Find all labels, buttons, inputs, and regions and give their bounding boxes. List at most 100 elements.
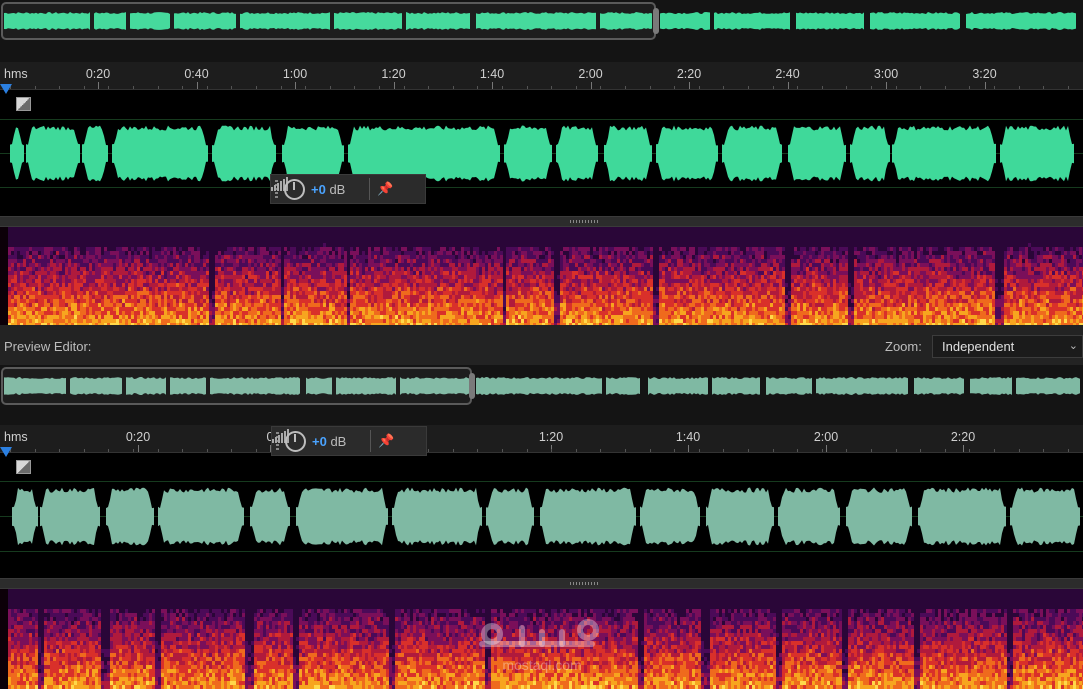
volume-knob-icon[interactable] — [285, 430, 306, 452]
waveform-segment — [26, 125, 80, 182]
pin-icon[interactable]: 📌 — [377, 432, 395, 450]
ruler-minor-tick — [35, 449, 36, 452]
divider-grip[interactable] — [570, 582, 600, 585]
ruler-minor-tick — [846, 86, 847, 89]
ruler-unit-label: hms — [4, 430, 28, 444]
ruler-tick — [984, 82, 986, 89]
ruler-tick — [963, 445, 964, 452]
ruler-minor-tick — [797, 86, 798, 89]
ruler-minor-tick — [207, 86, 208, 89]
volume-unit: dB — [329, 181, 346, 197]
ruler-minor-tick — [428, 449, 429, 452]
range-resize-handle[interactable] — [469, 373, 475, 399]
channel-toggle-icon[interactable] — [16, 97, 31, 111]
ruler-minor-tick — [846, 449, 847, 452]
ruler-minor-tick — [600, 449, 601, 452]
ruler-minor-tick — [453, 86, 454, 89]
top-spectral-display[interactable] — [0, 227, 1083, 325]
ruler-minor-tick — [994, 449, 995, 452]
waveform-segment — [250, 487, 290, 546]
bottom-waveform-panel[interactable]: +0 dB 📌 — [0, 426, 1083, 580]
ruler-minor-tick — [453, 449, 454, 452]
ruler-minor-tick — [477, 449, 478, 452]
ruler-minor-tick — [502, 449, 503, 452]
waveform-segment — [10, 127, 24, 180]
volume-knob-icon[interactable] — [284, 178, 305, 200]
ruler-tick — [886, 82, 887, 89]
ruler-minor-tick — [527, 449, 528, 452]
waveform-segment — [850, 125, 890, 182]
zoom-dropdown[interactable]: Independent ⌄ — [932, 335, 1083, 358]
ruler-time-label: 0:20 — [85, 67, 111, 81]
ruler-minor-tick — [822, 449, 823, 452]
divider-grip[interactable] — [570, 220, 600, 223]
top-overview-navigator[interactable] — [0, 0, 1083, 62]
bottom-spectrogram — [8, 589, 1083, 689]
overview-visible-range[interactable] — [1, 2, 659, 40]
ruler-minor-tick — [59, 449, 60, 452]
top-panel-divider[interactable] — [0, 216, 1083, 227]
preview-editor-bar: Preview Editor: Zoom: Independent ⌄ — [0, 333, 1083, 361]
ruler-time-label: 2:00 — [578, 67, 603, 81]
waveform-segment — [158, 487, 244, 546]
ruler-minor-tick — [379, 86, 380, 89]
ruler-minor-tick — [1068, 86, 1069, 89]
top-spectrogram — [8, 227, 1083, 325]
ruler-minor-tick — [330, 86, 331, 89]
ruler-minor-tick — [281, 86, 282, 89]
volume-readout[interactable]: +0 dB — [312, 434, 346, 449]
bottom-spectral-display[interactable] — [0, 589, 1083, 689]
ruler-tick — [689, 82, 690, 89]
ruler-minor-tick — [207, 449, 208, 452]
waveform-segment — [40, 487, 100, 546]
waveform-segment — [392, 487, 482, 546]
hud-separator — [370, 430, 372, 452]
volume-readout[interactable]: +0 dB — [311, 182, 345, 197]
bottom-time-ruler[interactable]: hms 0:20 0 1:20 1:40 2:00 2:20 — [0, 425, 1083, 453]
ruler-minor-tick — [650, 86, 651, 89]
pin-icon[interactable]: 📌 — [376, 180, 394, 198]
ruler-minor-tick — [920, 86, 921, 89]
ruler-minor-tick — [723, 86, 724, 89]
ruler-tick — [787, 82, 789, 89]
channel-toggle-icon[interactable] — [16, 460, 31, 474]
ruler-minor-tick — [896, 449, 897, 452]
ruler-time-label: 0:40 — [184, 67, 209, 81]
top-waveform — [0, 119, 1083, 188]
top-time-ruler[interactable]: hms 0:20 0:40 1:00 1:20 1:40 2:00 2:20 2:40 3:00… — [0, 62, 1083, 90]
zoom-label: Zoom: — [885, 339, 922, 354]
ruler-time-label: 1:20 — [538, 430, 564, 444]
ruler-minor-tick — [576, 86, 577, 89]
ruler-minor-tick — [699, 449, 700, 452]
ruler-minor-tick — [527, 86, 528, 89]
ruler-minor-tick — [133, 86, 134, 89]
ruler-tick — [196, 82, 198, 89]
ruler-minor-tick — [182, 449, 183, 452]
ruler-minor-tick — [723, 449, 724, 452]
ruler-minor-tick — [1019, 449, 1020, 452]
bottom-waveform — [0, 481, 1083, 552]
ruler-time-label: 2:20 — [950, 430, 976, 444]
bottom-overview-navigator[interactable] — [0, 365, 1083, 425]
ruler-minor-tick — [1068, 449, 1069, 452]
range-resize-handle[interactable] — [653, 8, 659, 34]
ruler-tick — [590, 82, 592, 89]
ruler-minor-tick — [84, 449, 85, 452]
top-waveform-panel[interactable]: +0 dB 📌 — [0, 84, 1083, 217]
waveform-segment — [640, 487, 700, 546]
ruler-minor-tick — [699, 86, 700, 89]
ruler-minor-tick — [59, 86, 60, 89]
waveform-segment — [604, 125, 652, 182]
ruler-tick — [688, 445, 689, 452]
ruler-minor-tick — [945, 86, 946, 89]
ruler-time-label: 1:40 — [675, 430, 701, 444]
ruler-minor-tick — [354, 86, 355, 89]
preview-editor-label: Preview Editor: — [4, 339, 92, 354]
waveform-segment — [540, 487, 636, 546]
ruler-minor-tick — [797, 449, 798, 452]
ruler-minor-tick — [600, 86, 601, 89]
overview-visible-range[interactable] — [1, 367, 475, 405]
waveform-segment — [788, 126, 846, 181]
bottom-panel-divider[interactable] — [0, 578, 1083, 589]
waveform-segment — [112, 125, 208, 182]
